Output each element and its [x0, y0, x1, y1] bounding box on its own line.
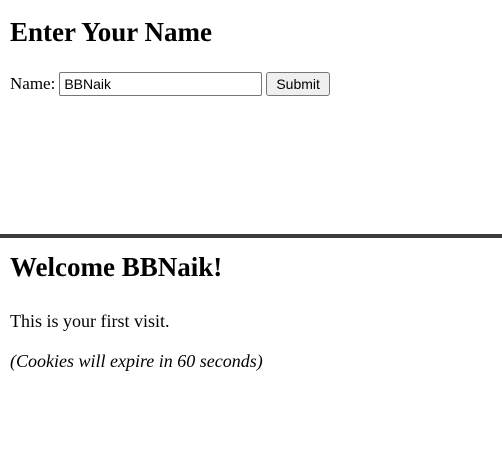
submit-button[interactable]: Submit — [266, 72, 330, 96]
name-input[interactable] — [59, 72, 263, 96]
visit-message: This is your first visit. — [10, 311, 170, 331]
name-label: Name: — [10, 74, 56, 93]
cookie-expiry-note: (Cookies will expire in 60 seconds) — [10, 351, 263, 371]
page-title: Enter Your Name — [10, 17, 212, 47]
welcome-page: Welcome BBNaik! This is your first visit… — [0, 238, 502, 466]
welcome-heading: Welcome BBNaik! — [10, 252, 223, 282]
name-form-page: Enter Your Name Name: Submit — [0, 0, 502, 234]
name-form: Name: Submit — [10, 71, 330, 97]
